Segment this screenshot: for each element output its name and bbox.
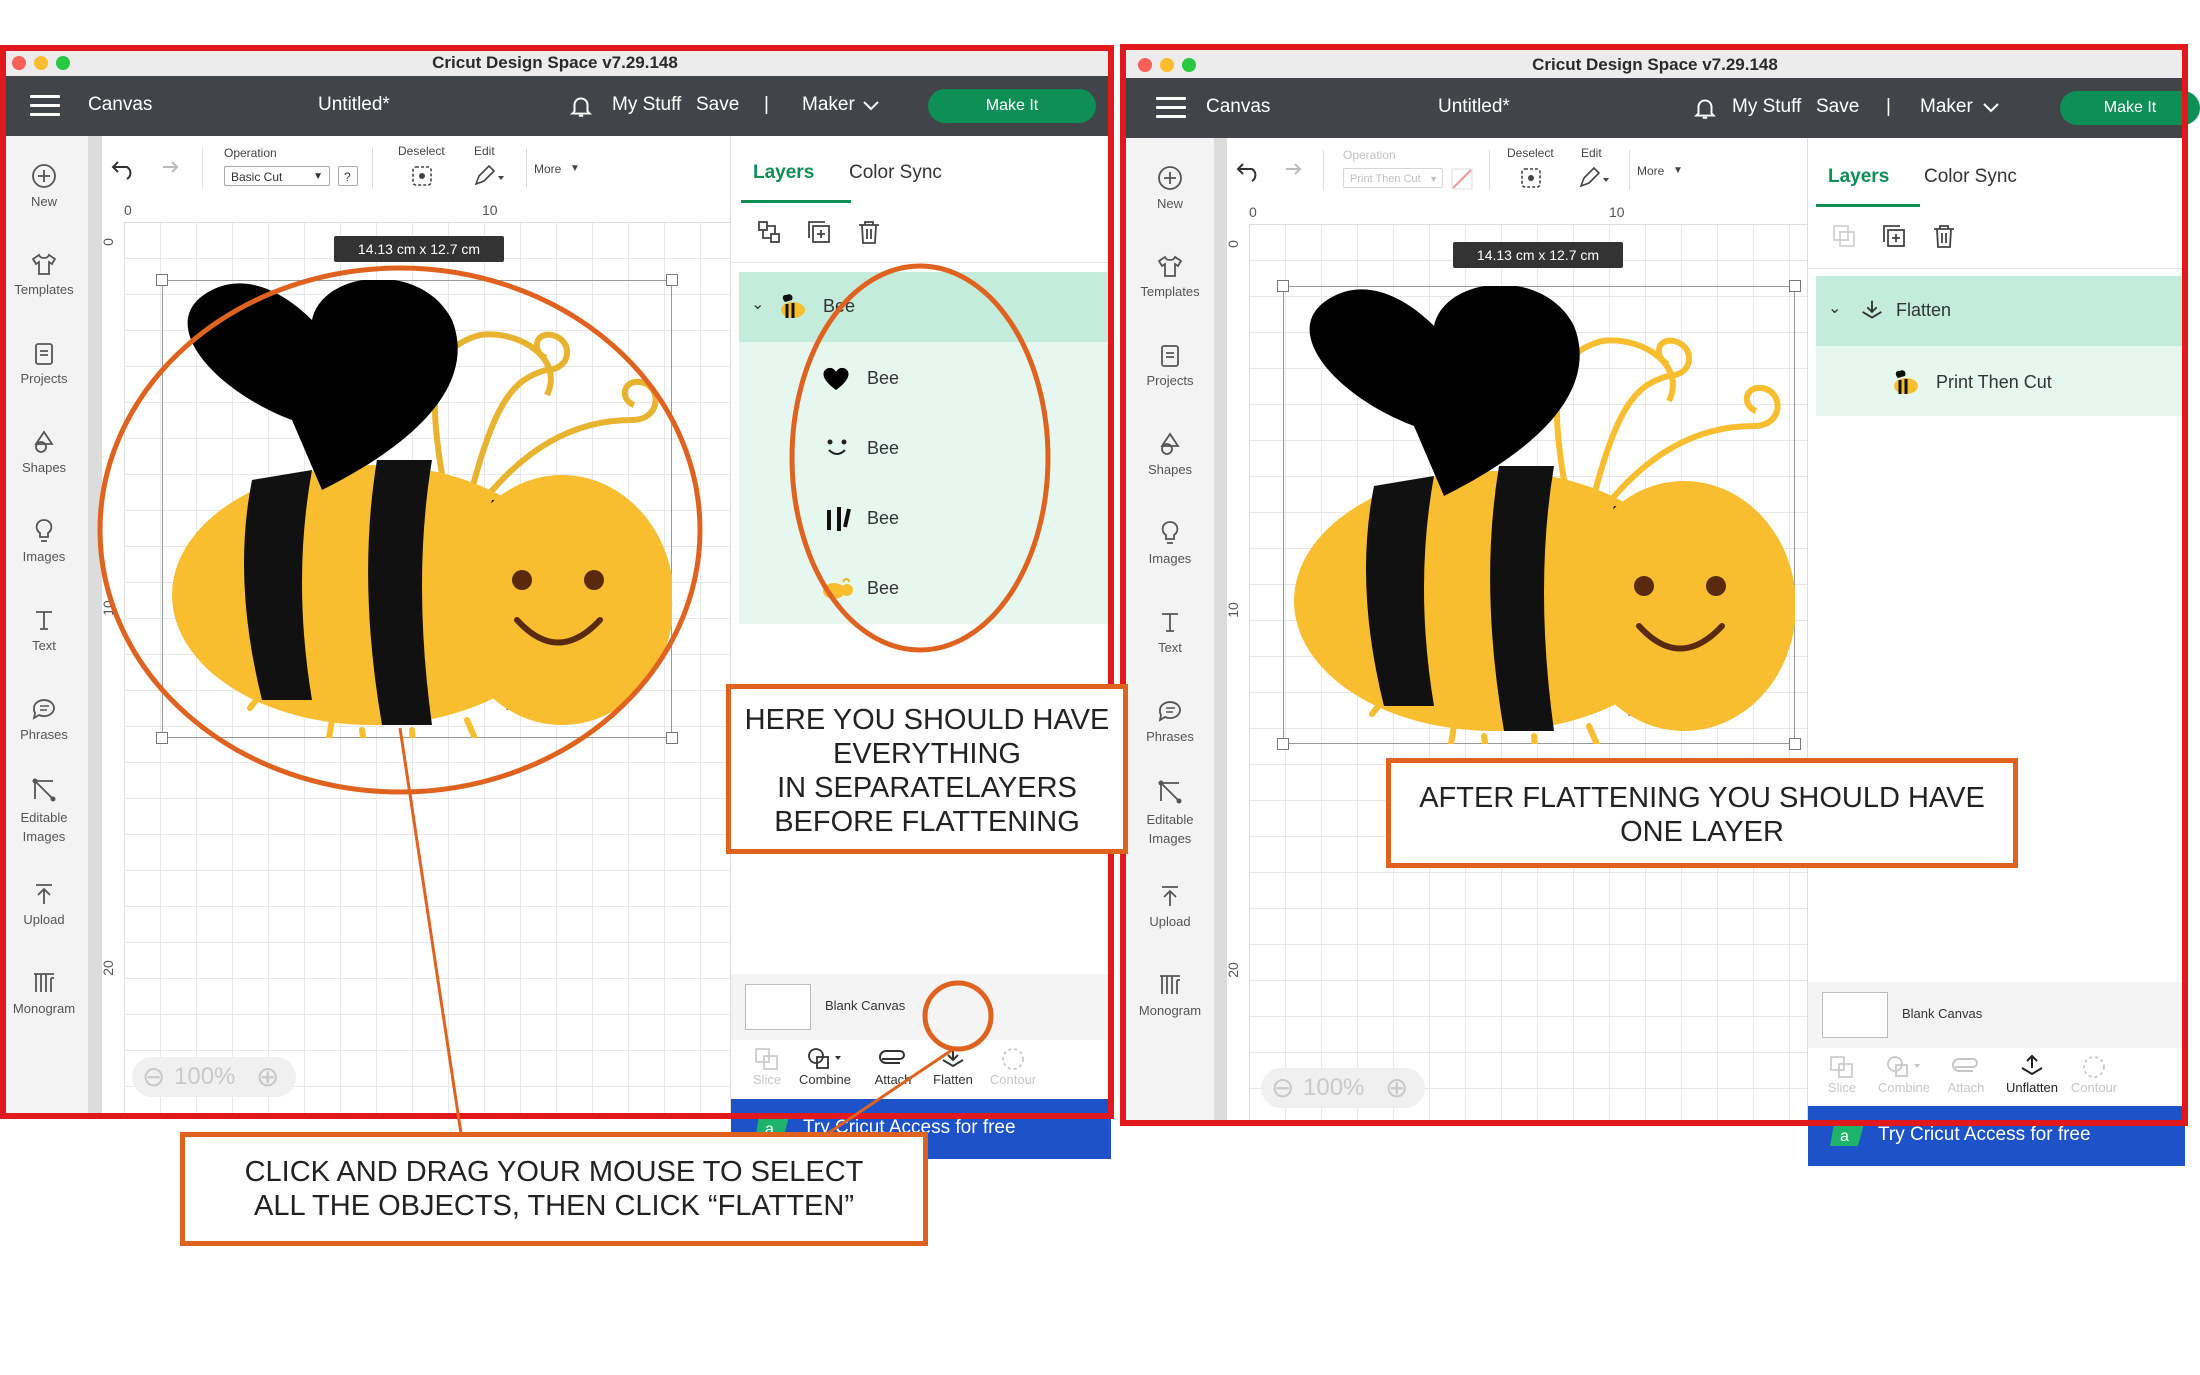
callout-line: EVERYTHING <box>832 738 1021 770</box>
callout-line: BEFORE FLATTENING <box>774 806 1080 838</box>
callout-line: AFTER FLATTENING YOU SHOULD HAVE <box>1419 782 1985 814</box>
callout-line: HERE YOU SHOULD HAVE <box>744 704 1110 736</box>
separate-layers-callout: HERE YOU SHOULD HAVE EVERYTHING IN SEPAR… <box>726 684 1128 854</box>
selection-annotation-circle <box>97 265 703 795</box>
callout-line: ONE LAYER <box>1620 816 1784 848</box>
pointer-line <box>817 1048 953 1142</box>
flatten-annotation-circle <box>922 980 994 1052</box>
one-layer-callout: AFTER FLATTENING YOU SHOULD HAVE ONE LAY… <box>1386 758 2018 868</box>
drag-select-callout: CLICK AND DRAG YOUR MOUSE TO SELECT ALL … <box>180 1132 928 1246</box>
callout-line: IN SEPARATELAYERS <box>777 772 1077 804</box>
callout-line: CLICK AND DRAG YOUR MOUSE TO SELECT <box>244 1156 864 1188</box>
callout-line: ALL THE OBJECTS, THEN CLICK “FLATTEN” <box>254 1190 854 1222</box>
layers-annotation-circle <box>789 263 1051 653</box>
